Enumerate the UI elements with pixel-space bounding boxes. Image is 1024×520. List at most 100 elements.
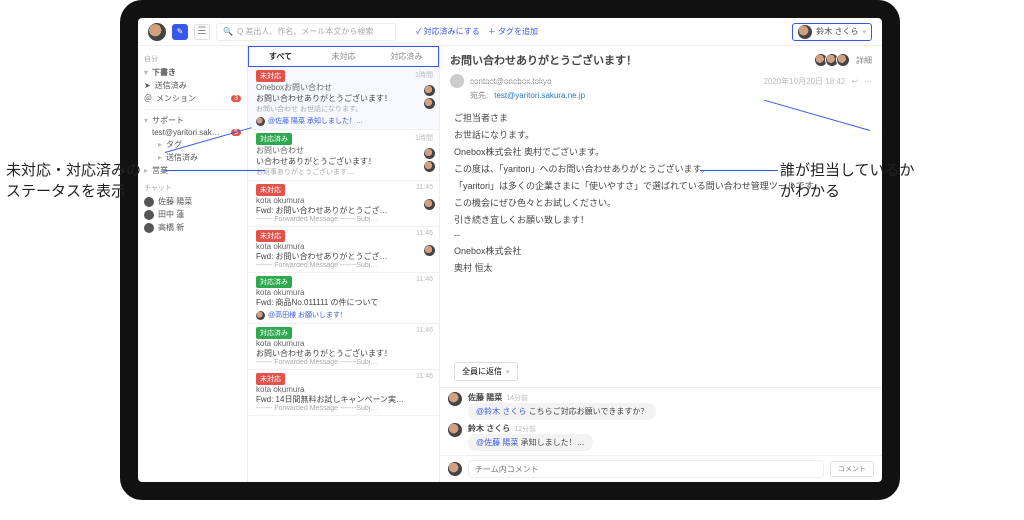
assigned-avatars: [424, 245, 433, 256]
avatar[interactable]: [836, 53, 850, 67]
detail-header: お問い合わせありがとうございます！ 詳細 contact@onebox.toky…: [440, 46, 882, 105]
status-badge: 未対応: [256, 184, 285, 196]
assignee-avatar: [424, 85, 433, 96]
sidebar-item-mentions[interactable]: ＠ メンション 3: [144, 92, 241, 105]
mail-from: kota okumura Fwd: お問い合わせありがとうござ… -------…: [256, 196, 433, 223]
sidebar-item-label: 送信済み: [166, 152, 198, 163]
current-user-avatar[interactable]: [148, 23, 166, 41]
mention[interactable]: @佐藤 陽菜: [476, 438, 518, 447]
chat-member-name: 高橋 新: [158, 222, 184, 233]
my-avatar: [448, 462, 462, 476]
commenter-avatar: [256, 117, 265, 126]
mail-time: 11:46: [416, 327, 433, 334]
mail-preview: ------- Forwarded Message -------Subj…: [256, 405, 433, 412]
sidebar-item-sent[interactable]: ➤ 送信済み: [144, 79, 241, 92]
sidebar-item-drafts[interactable]: ▾ 下書き: [144, 66, 241, 79]
grid-button[interactable]: ☰: [194, 24, 210, 40]
comment-ts: 12分前: [514, 426, 536, 433]
tab-all[interactable]: すべて: [249, 47, 312, 66]
caret-icon: ▸: [158, 140, 162, 149]
mark-done-button[interactable]: ✓ 対応済みにする: [416, 26, 480, 37]
mail-from: kota okumura Fwd: お問い合わせありがとうござ… -------…: [256, 242, 433, 269]
sidebar: 自分 ▾ 下書き ➤ 送信済み ＠ メンション 3 ▾ サポート: [138, 46, 248, 482]
commenter-avatar: [256, 311, 265, 320]
comment-author: 鈴木 さくら: [468, 424, 510, 433]
caret-icon: ▾: [144, 68, 148, 77]
comment-preview: @佐藤 陽菜 承知しました！…: [268, 116, 363, 126]
mail-preview: お返事ありがとうございます…: [256, 167, 433, 177]
mail-subject: Fwd: 14日間無料お試しキャンペーン実…: [256, 394, 433, 405]
mail-preview: ------- Forwarded Message -------Subj…: [256, 262, 433, 269]
mail-preview: お問い合わせ お世話になります。: [256, 104, 433, 114]
callout-left: 未対応・対応済みの ステータスを表示: [6, 160, 141, 202]
mail-time: 11:46: [416, 373, 433, 380]
sidebar-item-support-group[interactable]: ▾ サポート: [144, 114, 241, 127]
comment-bubble: @鈴木 さくら こちらご対応お願いできますか？: [468, 403, 656, 420]
detail-panel: お問い合わせありがとうございます！ 詳細 contact@onebox.toky…: [440, 46, 882, 482]
callout-line-left: [165, 170, 265, 171]
tab-done[interactable]: 対応済み: [375, 47, 438, 66]
comment-send-button[interactable]: コメント: [830, 461, 874, 477]
to-label: 宛先:: [470, 90, 488, 101]
assigned-avatars: [424, 85, 433, 109]
at-icon: ＠: [144, 93, 152, 104]
email-time: 2020年10月20日 18:42: [763, 76, 845, 87]
chat-member[interactable]: 田中 蓮: [144, 208, 241, 221]
mail-from: kota okumura Fwd: 商品No.011111 の件について @高田…: [256, 288, 433, 320]
reply-icon[interactable]: ↩: [851, 77, 858, 86]
mail-subject: お問い合わせありがとうございます！: [256, 93, 433, 104]
search-placeholder: Q 差出人、作名、メール本文から検索: [237, 26, 373, 37]
mail-list-item[interactable]: 対応済み1時間 お問い合わせ い合わせありがとうございます！ お返事ありがとうご…: [248, 130, 439, 181]
search-input[interactable]: 🔍 Q 差出人、作名、メール本文から検索: [216, 23, 396, 41]
assigned-avatars: [424, 148, 433, 172]
more-icon[interactable]: ⋯: [864, 77, 872, 86]
comment-input[interactable]: [468, 460, 824, 478]
mail-list-item[interactable]: 未対応11:46 kota okumura Fwd: お問い合わせありがとうござ…: [248, 227, 439, 273]
comment: 鈴木 さくら12分前 @佐藤 陽菜 承知しました！…: [448, 423, 874, 451]
mail-time: 11:46: [416, 276, 433, 283]
mail-list-item[interactable]: 対応済み11:46 kota okumura お問い合わせありがとうございます！…: [248, 324, 439, 370]
sidebar-item-sent2[interactable]: ▸ 送信済み: [144, 151, 241, 164]
badge-count: 3: [231, 95, 241, 102]
mail-subject: い合わせありがとうございます！: [256, 156, 433, 167]
mail-time: 11:46: [416, 230, 433, 237]
assignee-picker[interactable]: 鈴木 さくら ▾: [792, 23, 872, 41]
compose-button[interactable]: ✎: [172, 24, 188, 40]
reply-all-button[interactable]: 全員に返信 ▾: [454, 362, 518, 381]
mail-list-item[interactable]: 対応済み11:46 kota okumura Fwd: 商品No.011111 …: [248, 273, 439, 324]
app-root: ✎ ☰ 🔍 Q 差出人、作名、メール本文から検索 ✓ 対応済みにする ＋ タグを…: [138, 18, 882, 482]
comments-section: 佐藤 陽菜14分前 @鈴木 さくら こちらご対応お願いできますか？ 鈴木 さくら…: [440, 387, 882, 455]
to-address: test@yaritori.sakura.ne.jp: [494, 91, 585, 100]
mail-from: お問い合わせ い合わせありがとうございます！ お返事ありがとうございます…: [256, 145, 433, 177]
status-badge: 未対応: [256, 70, 285, 82]
email-body: ご担当者さまお世話になります。Onebox株式会社 奥村でございます。この度は、…: [440, 105, 882, 362]
add-tag-button[interactable]: ＋ タグを追加: [488, 26, 538, 37]
chat-member[interactable]: 佐藤 陽菜: [144, 195, 241, 208]
sidebar-item-inbox[interactable]: test@yaritori.sak… 5: [144, 127, 241, 138]
topbar: ✎ ☰ 🔍 Q 差出人、作名、メール本文から検索 ✓ 対応済みにする ＋ タグを…: [138, 18, 882, 46]
chat-member[interactable]: 高橋 新: [144, 221, 241, 234]
mail-preview: ------- Forwarded Message -------Subj…: [256, 359, 433, 366]
assignee-name: 鈴木 さくら: [816, 26, 858, 37]
assignee-avatars[interactable]: [817, 53, 850, 67]
comment: 佐藤 陽菜14分前 @鈴木 さくら こちらご対応お願いできますか？: [448, 392, 874, 420]
mail-subject: Fwd: 商品No.011111 の件について: [256, 297, 433, 308]
mail-list-item[interactable]: 未対応11:46 kota okumura Fwd: お問い合わせありがとうござ…: [248, 181, 439, 227]
mail-list-item[interactable]: 未対応1時間 Oneboxお問い合わせ お問い合わせありがとうございます！ お問…: [248, 67, 439, 130]
mail-list-panel: すべて 未対応 対応済み 未対応1時間 Oneboxお問い合わせ お問い合わせあ…: [248, 46, 440, 482]
detail-link[interactable]: 詳細: [856, 55, 872, 66]
mail-subject: お問い合わせありがとうございます！: [256, 348, 433, 359]
assigned-avatars: [424, 199, 433, 210]
callout-right: 誰が担当しているか がわかる: [780, 160, 915, 202]
email-subject: お問い合わせありがとうございます！: [450, 52, 637, 68]
mail-list-item[interactable]: 未対応11:46 kota okumura Fwd: 14日間無料お試しキャンペ…: [248, 370, 439, 416]
sidebar-section-self: 自分: [144, 54, 241, 64]
tab-open[interactable]: 未対応: [312, 47, 375, 66]
mail-subject: Fwd: お問い合わせありがとうござ…: [256, 251, 433, 262]
mail-list[interactable]: 未対応1時間 Oneboxお問い合わせ お問い合わせありがとうございます！ お問…: [248, 67, 439, 482]
mail-from: kota okumura お問い合わせありがとうございます！ ------- F…: [256, 339, 433, 366]
sender-address: contact@onebox.tokyo: [470, 77, 552, 86]
comment-input-row: コメント: [440, 455, 882, 482]
mention[interactable]: @鈴木 さくら: [476, 407, 526, 416]
comment-preview: @高田様 お願いします！: [268, 310, 347, 320]
